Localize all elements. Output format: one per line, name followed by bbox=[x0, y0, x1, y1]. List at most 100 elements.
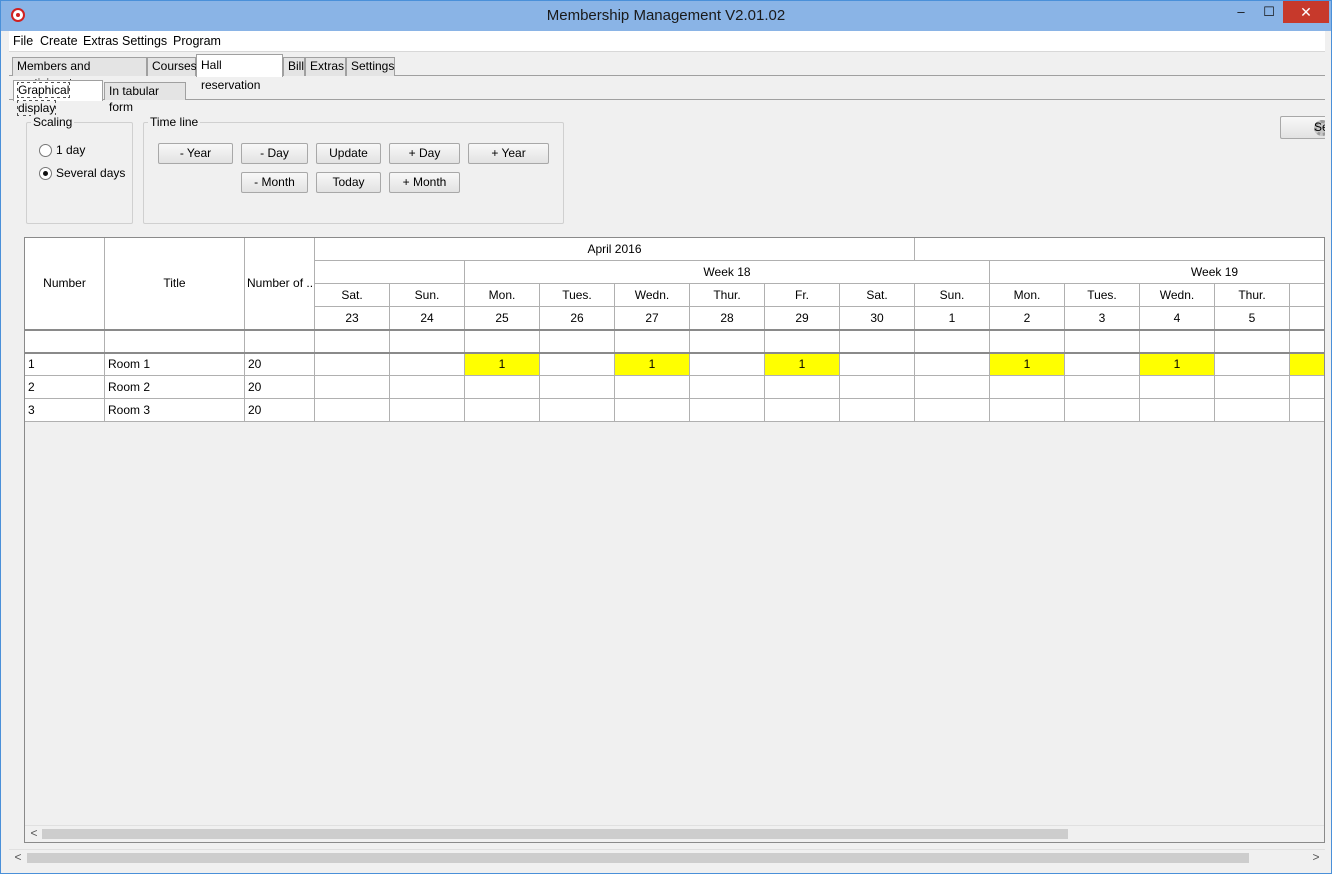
booking-cell[interactable]: 1 bbox=[765, 353, 840, 376]
day-cell[interactable] bbox=[1215, 376, 1290, 399]
menu-create[interactable]: Create bbox=[40, 34, 78, 48]
day-cell[interactable] bbox=[915, 399, 990, 422]
day-cell[interactable] bbox=[840, 376, 915, 399]
day-cell[interactable] bbox=[1215, 353, 1290, 376]
day-cell[interactable] bbox=[540, 376, 615, 399]
tab-tabular-form[interactable]: In tabular form bbox=[104, 82, 186, 114]
day-of-week-header: Sun. bbox=[915, 284, 990, 307]
minus-year-button[interactable]: - Year bbox=[158, 143, 233, 164]
settings-button[interactable]: Se bbox=[1280, 116, 1325, 139]
minimize-button[interactable]: – bbox=[1227, 1, 1255, 23]
day-cell[interactable] bbox=[765, 376, 840, 399]
blank-cell bbox=[1065, 330, 1140, 353]
window-scroll-thumb[interactable] bbox=[27, 853, 1249, 863]
day-cell[interactable] bbox=[690, 376, 765, 399]
plus-year-button[interactable]: + Year bbox=[468, 143, 549, 164]
day-of-week-header: Mon. bbox=[465, 284, 540, 307]
today-button[interactable]: Today bbox=[316, 172, 381, 193]
tab-members[interactable]: Members and participants bbox=[12, 57, 147, 90]
grid-scroll-thumb[interactable] bbox=[42, 829, 1068, 839]
menu-file[interactable]: File bbox=[13, 34, 33, 48]
row-capacity[interactable]: 20 bbox=[245, 399, 315, 422]
menu-extras[interactable]: Extras bbox=[83, 34, 118, 48]
main-tabs: Members and participants Courses Hall re… bbox=[9, 53, 1325, 92]
booking-cell[interactable]: 1 bbox=[1140, 353, 1215, 376]
day-cell[interactable] bbox=[315, 353, 390, 376]
day-cell[interactable] bbox=[315, 399, 390, 422]
day-cell[interactable] bbox=[465, 376, 540, 399]
booking-cell[interactable]: 1 bbox=[615, 353, 690, 376]
day-cell[interactable] bbox=[615, 376, 690, 399]
blank-cell bbox=[315, 330, 390, 353]
window-horizontal-scrollbar[interactable]: < > bbox=[9, 849, 1325, 865]
day-cell[interactable] bbox=[1140, 399, 1215, 422]
day-cell[interactable] bbox=[915, 353, 990, 376]
day-cell[interactable] bbox=[690, 353, 765, 376]
tab-courses[interactable]: Courses bbox=[147, 57, 197, 76]
day-cell[interactable] bbox=[990, 376, 1065, 399]
day-cell[interactable] bbox=[840, 353, 915, 376]
day-of-week-header: Tues. bbox=[1065, 284, 1140, 307]
tab-graphical-display[interactable]: Graphical display bbox=[13, 80, 103, 116]
day-cell[interactable] bbox=[915, 376, 990, 399]
row-number[interactable]: 3 bbox=[25, 399, 105, 422]
booking-cell[interactable]: 1 bbox=[990, 353, 1065, 376]
grid-horizontal-scrollbar[interactable]: < bbox=[25, 825, 1324, 841]
day-cell[interactable] bbox=[1290, 376, 1324, 399]
day-cell[interactable] bbox=[540, 353, 615, 376]
menu-program[interactable]: Program bbox=[173, 34, 221, 48]
row-title[interactable]: Room 2 bbox=[105, 376, 245, 399]
grid-scroll-left-icon[interactable]: < bbox=[27, 826, 41, 842]
day-cell[interactable] bbox=[1065, 376, 1140, 399]
maximize-button[interactable]: ☐ bbox=[1255, 1, 1283, 23]
blank-cell bbox=[915, 330, 990, 353]
window-scroll-left-icon[interactable]: < bbox=[11, 850, 25, 866]
row-capacity[interactable]: 20 bbox=[245, 376, 315, 399]
day-cell[interactable] bbox=[315, 376, 390, 399]
radio-1-day[interactable]: 1 day bbox=[39, 143, 85, 159]
day-cell[interactable] bbox=[1215, 399, 1290, 422]
reservation-grid[interactable]: NumberTitleNumber of ...April 2016MayWee… bbox=[24, 237, 1325, 843]
booking-cell[interactable]: 1 bbox=[465, 353, 540, 376]
row-title[interactable]: Room 1 bbox=[105, 353, 245, 376]
week-header: Week 18 bbox=[465, 261, 990, 284]
day-cell[interactable] bbox=[1140, 376, 1215, 399]
close-button[interactable]: ✕ bbox=[1283, 1, 1329, 23]
day-cell[interactable] bbox=[390, 353, 465, 376]
title-bar[interactable]: Membership Management V2.01.02 – ☐ ✕ bbox=[1, 1, 1331, 31]
day-cell[interactable] bbox=[615, 399, 690, 422]
blank-cell bbox=[465, 330, 540, 353]
minus-month-button[interactable]: - Month bbox=[241, 172, 308, 193]
day-cell[interactable] bbox=[1065, 353, 1140, 376]
day-cell[interactable] bbox=[1065, 399, 1140, 422]
day-cell[interactable] bbox=[990, 399, 1065, 422]
day-date-header: 2 bbox=[990, 307, 1065, 330]
row-number[interactable]: 2 bbox=[25, 376, 105, 399]
row-capacity[interactable]: 20 bbox=[245, 353, 315, 376]
window-scroll-right-icon[interactable]: > bbox=[1309, 850, 1323, 866]
day-cell[interactable] bbox=[1290, 399, 1324, 422]
tab-bill[interactable]: Bill bbox=[283, 57, 305, 76]
day-cell[interactable] bbox=[840, 399, 915, 422]
day-cell[interactable] bbox=[390, 399, 465, 422]
row-title[interactable]: Room 3 bbox=[105, 399, 245, 422]
menu-settings[interactable]: Settings bbox=[122, 34, 167, 48]
header-separator bbox=[25, 352, 1324, 354]
booking-cell[interactable]: 1 bbox=[1290, 353, 1324, 376]
day-cell[interactable] bbox=[690, 399, 765, 422]
row-number[interactable]: 1 bbox=[25, 353, 105, 376]
day-cell[interactable] bbox=[465, 399, 540, 422]
day-cell[interactable] bbox=[540, 399, 615, 422]
day-cell[interactable] bbox=[765, 399, 840, 422]
tab-settings[interactable]: Settings bbox=[346, 57, 395, 76]
tab-hall-reservation[interactable]: Hall reservation bbox=[196, 54, 283, 92]
minus-day-button[interactable]: - Day bbox=[241, 143, 308, 164]
update-button[interactable]: Update bbox=[316, 143, 381, 164]
radio-several-days[interactable]: Several days bbox=[39, 166, 125, 182]
day-date-header: 30 bbox=[840, 307, 915, 330]
day-date-header: 1 bbox=[915, 307, 990, 330]
tab-extras[interactable]: Extras bbox=[305, 57, 346, 76]
day-cell[interactable] bbox=[390, 376, 465, 399]
plus-day-button[interactable]: + Day bbox=[389, 143, 460, 164]
plus-month-button[interactable]: + Month bbox=[389, 172, 460, 193]
